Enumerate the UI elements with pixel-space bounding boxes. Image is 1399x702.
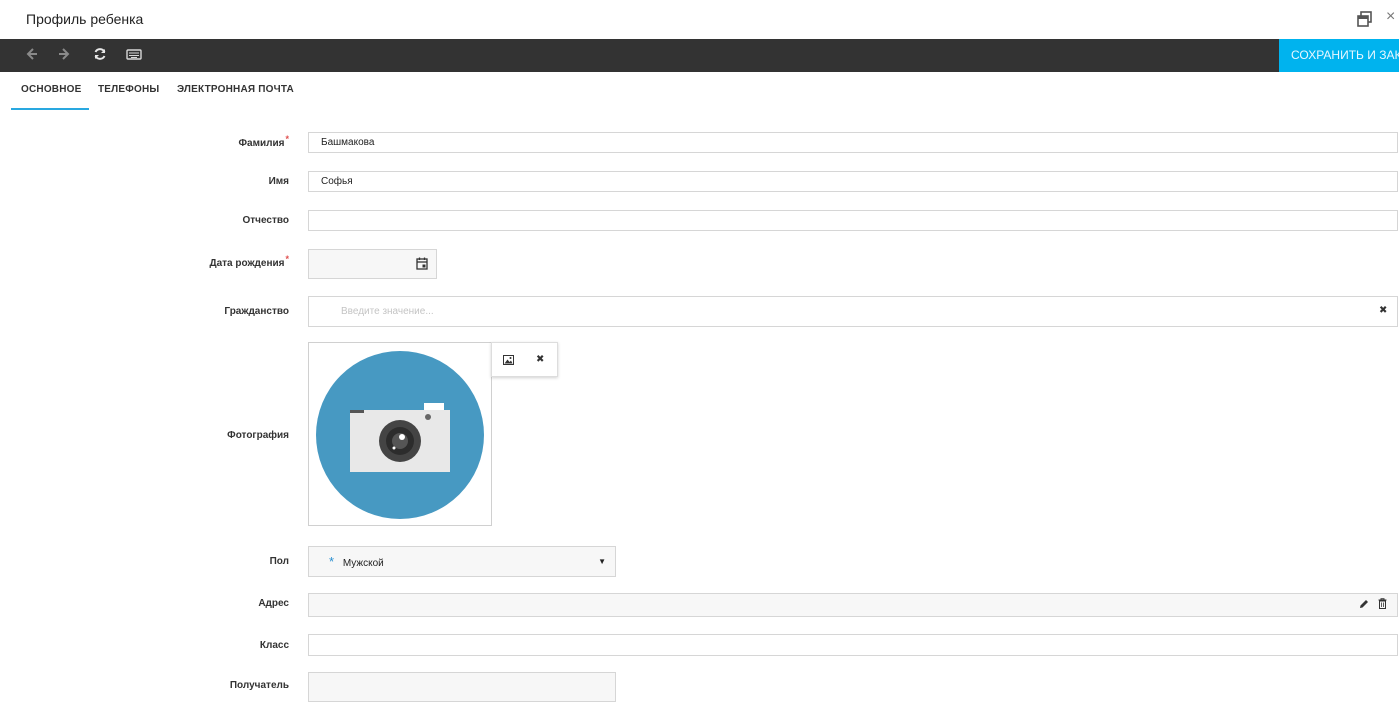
- refresh-icon[interactable]: [91, 47, 109, 65]
- chevron-down-icon: ▼: [598, 557, 606, 566]
- window-title: Профиль ребенка: [26, 11, 144, 27]
- name-label: Имя: [268, 176, 289, 187]
- photo-toolbar: ✖: [491, 342, 558, 377]
- tab-email[interactable]: ЭЛЕКТРОННАЯ ПОЧТА: [177, 84, 294, 95]
- save-and-close-button[interactable]: СОХРАНИТЬ И ЗАКРЫТЬ: [1279, 39, 1399, 72]
- patronymic-input[interactable]: [308, 210, 1398, 231]
- keyboard-icon[interactable]: [125, 47, 143, 65]
- citizenship-label: Гражданство: [224, 306, 289, 317]
- window-restore-icon[interactable]: [1357, 11, 1373, 27]
- birthdate-label: Дата рождения*: [209, 254, 289, 269]
- citizenship-input[interactable]: Введите значение...: [308, 296, 1398, 327]
- patronymic-label: Отчество: [242, 215, 290, 226]
- class-input[interactable]: [308, 634, 1398, 656]
- gender-value: Мужской: [342, 558, 384, 569]
- citizenship-placeholder: Введите значение...: [341, 306, 434, 317]
- tab-phones[interactable]: ТЕЛЕФОНЫ: [98, 84, 159, 95]
- image-icon[interactable]: [503, 355, 514, 365]
- required-marker: *: [285, 254, 289, 264]
- gender-select[interactable]: * Мужской ▼: [308, 546, 616, 577]
- toolbar: [0, 39, 1399, 72]
- window-close-button[interactable]: ×: [1386, 8, 1395, 26]
- tab-main[interactable]: ОСНОВНОЕ: [21, 84, 82, 95]
- recipient-select[interactable]: [308, 672, 616, 702]
- trash-icon[interactable]: [1378, 598, 1387, 609]
- address-input[interactable]: [308, 593, 1398, 617]
- address-label: Адрес: [258, 598, 289, 609]
- class-label: Класс: [259, 640, 289, 651]
- name-input[interactable]: Софья: [308, 171, 1398, 192]
- surname-label: Фамилия*: [238, 134, 290, 149]
- arrow-right-icon[interactable]: [55, 47, 73, 65]
- surname-input[interactable]: Башмакова: [308, 132, 1398, 153]
- delete-photo-icon[interactable]: ✖: [536, 354, 544, 365]
- photo-frame[interactable]: [308, 342, 492, 526]
- photo-label: Фотография: [227, 430, 289, 441]
- arrow-left-icon[interactable]: [23, 47, 41, 65]
- tab-bar: ОСНОВНОЕ ТЕЛЕФОНЫ ЭЛЕКТРОННАЯ ПОЧТА: [0, 72, 1399, 110]
- clear-icon[interactable]: ✖: [1379, 305, 1387, 316]
- camera-placeholder-icon: [316, 351, 484, 519]
- active-tab-indicator: [11, 108, 89, 110]
- calendar-icon[interactable]: [416, 257, 428, 270]
- gender-label: Пол: [269, 556, 289, 567]
- window-titlebar: Профиль ребенка ×: [0, 0, 1399, 39]
- required-marker: *: [285, 134, 289, 144]
- gender-marker-icon: *: [329, 554, 335, 569]
- pencil-icon[interactable]: [1359, 599, 1369, 609]
